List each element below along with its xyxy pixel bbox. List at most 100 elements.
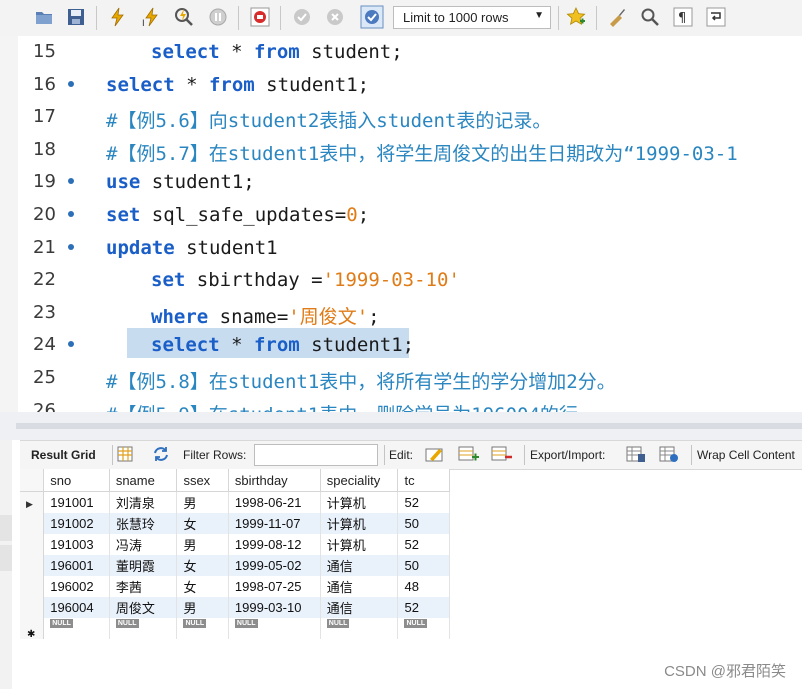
- table-cell[interactable]: 191001: [43, 491, 110, 513]
- table-cell[interactable]: 女: [176, 576, 229, 597]
- table-cell[interactable]: 计算机: [320, 491, 399, 513]
- code-line[interactable]: 20 set sql_safe_updates=0;: [0, 199, 802, 231]
- column-header-sname[interactable]: sname: [109, 469, 178, 492]
- table-cell[interactable]: 张慧玲: [109, 513, 178, 534]
- table-cell[interactable]: 50: [397, 513, 450, 534]
- commit-icon[interactable]: [292, 7, 312, 27]
- import-icon[interactable]: [659, 445, 679, 463]
- table-row[interactable]: 196002 李茜女 1998-07-25 通信 48: [20, 576, 450, 597]
- table-cell[interactable]: 刘清泉: [109, 491, 178, 513]
- filter-rows-input[interactable]: [254, 444, 378, 466]
- open-folder-icon[interactable]: [34, 7, 54, 27]
- code-line[interactable]: 26 #【例5.9】在student1表中，删除学号为196004的行: [0, 395, 802, 412]
- find-icon[interactable]: [640, 7, 660, 27]
- result-grid[interactable]: sno sname ssex sbirthday speciality tc ▶…: [20, 469, 450, 640]
- table-cell[interactable]: 女: [176, 513, 229, 534]
- code-line[interactable]: 18 #【例5.7】在student1表中，将学生周俊文的出生日期改为“1999-…: [0, 134, 802, 166]
- code-line[interactable]: 17 #【例5.6】向student2表插入student表的记录。: [0, 101, 802, 133]
- table-cell[interactable]: 男: [176, 491, 229, 513]
- table-cell[interactable]: 通信: [320, 576, 399, 597]
- table-cell[interactable]: 男: [176, 534, 229, 555]
- table-cell[interactable]: NULL: [397, 618, 450, 639]
- table-cell[interactable]: NULL: [109, 618, 178, 639]
- new-row[interactable]: ✱ NULL NULL NULL NULL NULL NULL: [20, 618, 450, 640]
- save-icon[interactable]: [66, 7, 86, 27]
- code-line[interactable]: 25 #【例5.8】在student1表中，将所有学生的学分增加2分。: [0, 362, 802, 394]
- table-cell[interactable]: 计算机: [320, 534, 399, 555]
- explain-icon[interactable]: [174, 7, 194, 27]
- table-row[interactable]: 196004 周俊文男 1999-03-10 通信 52: [20, 597, 450, 618]
- table-cell[interactable]: 191003: [43, 534, 110, 555]
- code-line[interactable]: 21 update student1: [0, 232, 802, 264]
- table-cell[interactable]: 196004: [43, 597, 110, 618]
- invisible-chars-icon[interactable]: ¶: [673, 7, 693, 27]
- beautify-icon[interactable]: [607, 7, 627, 27]
- table-cell[interactable]: 48: [397, 576, 450, 597]
- code-line[interactable]: 24 select * from student1;: [0, 329, 802, 361]
- execute-icon[interactable]: [108, 7, 128, 27]
- code-line[interactable]: 15 select * from student;: [0, 36, 802, 68]
- result-grid-tab[interactable]: Result Grid: [31, 448, 96, 462]
- rollback-icon[interactable]: [325, 7, 345, 27]
- execute-current-icon[interactable]: I: [141, 7, 161, 27]
- column-header-ssex[interactable]: ssex: [176, 469, 229, 492]
- table-row[interactable]: 191002 张慧玲女 1999-11-07 计算机 50: [20, 513, 450, 534]
- refresh-icon[interactable]: [152, 446, 170, 462]
- panel-splitter[interactable]: [0, 412, 802, 440]
- table-cell[interactable]: 1999-11-07: [228, 513, 321, 534]
- table-cell[interactable]: 周俊文: [109, 597, 178, 618]
- stop-icon[interactable]: [208, 7, 228, 27]
- table-cell[interactable]: 计算机: [320, 513, 399, 534]
- table-cell[interactable]: NULL: [43, 618, 110, 639]
- wrap-icon[interactable]: [706, 7, 726, 27]
- row-header[interactable]: [20, 576, 45, 597]
- toggle-error-icon[interactable]: [250, 7, 270, 27]
- code-line[interactable]: 19 use student1;: [0, 166, 802, 198]
- table-cell[interactable]: 女: [176, 555, 229, 576]
- wrap-cell-content-label[interactable]: Wrap Cell Content: [697, 448, 795, 462]
- code-line[interactable]: 22 set sbirthday ='1999-03-10': [0, 264, 802, 296]
- table-cell[interactable]: 通信: [320, 555, 399, 576]
- table-cell[interactable]: 董明霞: [109, 555, 178, 576]
- column-header-sno[interactable]: sno: [43, 469, 110, 492]
- delete-row-icon[interactable]: [491, 445, 513, 463]
- add-snippet-star-icon[interactable]: [566, 7, 586, 27]
- edit-row-icon[interactable]: [425, 445, 445, 463]
- row-header[interactable]: [20, 534, 45, 555]
- add-row-icon[interactable]: [458, 445, 480, 463]
- table-row[interactable]: 196001 董明霞女 1999-05-02 通信 50: [20, 555, 450, 576]
- table-row[interactable]: 191003 冯涛男 1999-08-12 计算机 52: [20, 534, 450, 555]
- column-header-speciality[interactable]: speciality: [320, 469, 399, 492]
- autocommit-icon[interactable]: [360, 5, 384, 29]
- table-cell[interactable]: 1998-07-25: [228, 576, 321, 597]
- table-cell[interactable]: NULL: [228, 618, 321, 639]
- column-header-tc[interactable]: tc: [397, 469, 450, 492]
- table-cell[interactable]: 李茜: [109, 576, 178, 597]
- table-cell[interactable]: 1999-05-02: [228, 555, 321, 576]
- table-cell[interactable]: 52: [397, 534, 450, 555]
- table-cell[interactable]: 通信: [320, 597, 399, 618]
- table-cell[interactable]: 52: [397, 491, 450, 513]
- table-cell[interactable]: 50: [397, 555, 450, 576]
- table-cell[interactable]: NULL: [176, 618, 229, 639]
- limit-rows-select[interactable]: Limit to 1000 rows ▼: [393, 6, 551, 29]
- table-cell[interactable]: 52: [397, 597, 450, 618]
- code-line[interactable]: 16 select * from student1;: [0, 69, 802, 101]
- row-header[interactable]: [20, 513, 45, 534]
- table-cell[interactable]: 1998-06-21: [228, 491, 321, 513]
- sql-editor[interactable]: 15 select * from student; 16 select * from …: [0, 36, 802, 412]
- grid-view-icon[interactable]: [117, 446, 133, 462]
- table-cell[interactable]: NULL: [320, 618, 399, 639]
- table-cell[interactable]: 1999-03-10: [228, 597, 321, 618]
- table-cell[interactable]: 196001: [43, 555, 110, 576]
- row-header[interactable]: ▶: [20, 491, 45, 513]
- row-header[interactable]: ✱: [20, 618, 45, 640]
- table-cell[interactable]: 男: [176, 597, 229, 618]
- table-row[interactable]: ▶ 191001 刘清泉男 1998-06-21 计算机 52: [20, 491, 450, 513]
- table-cell[interactable]: 191002: [43, 513, 110, 534]
- table-cell[interactable]: 冯涛: [109, 534, 178, 555]
- row-header[interactable]: [20, 597, 45, 618]
- code-line[interactable]: 23 where sname='周俊文';: [0, 297, 802, 329]
- table-cell[interactable]: 1999-08-12: [228, 534, 321, 555]
- row-header[interactable]: [20, 555, 45, 576]
